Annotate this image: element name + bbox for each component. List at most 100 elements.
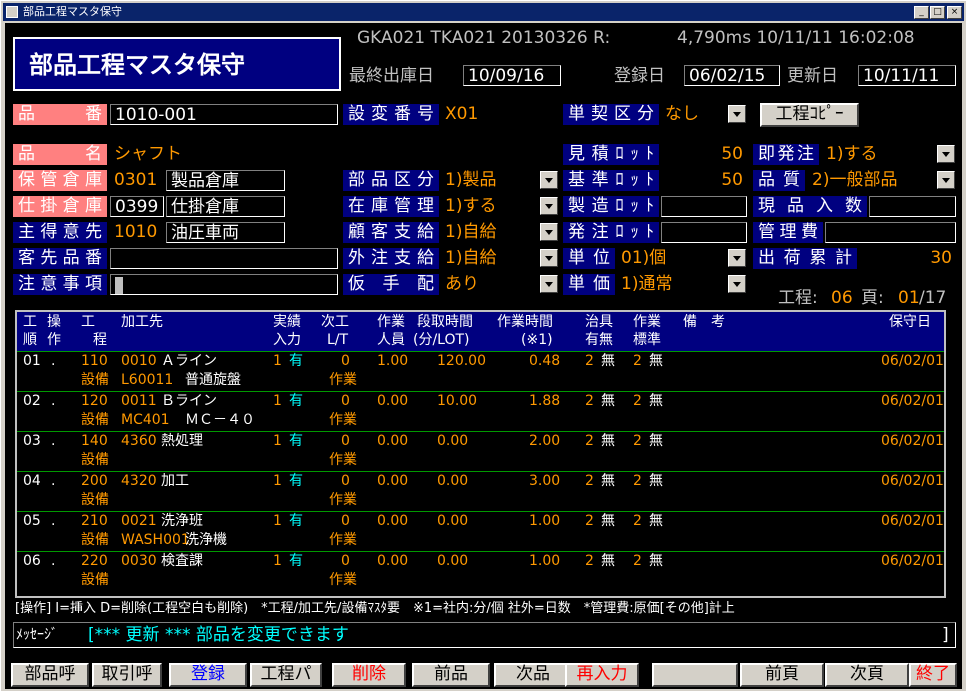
row-equip-label[interactable]: 設備 xyxy=(81,571,109,590)
row-op[interactable]: . xyxy=(51,352,55,371)
row-lt[interactable]: 0 xyxy=(341,472,350,491)
row-no[interactable]: 01 xyxy=(23,352,41,371)
row-op[interactable]: . xyxy=(51,432,55,451)
row-jig[interactable]: 2 xyxy=(585,352,594,371)
row-jig[interactable]: 2 xyxy=(585,472,594,491)
row-work[interactable]: 1.00 xyxy=(529,512,560,531)
row-proc[interactable]: 220 xyxy=(81,552,108,571)
buhin-select[interactable]: 1)製品 xyxy=(441,170,559,191)
row-proc[interactable]: 140 xyxy=(81,432,108,451)
row-equip-label[interactable]: 設備 xyxy=(81,451,109,470)
row-work[interactable]: 1.00 xyxy=(529,552,560,571)
row-actual[interactable]: 1 xyxy=(273,472,282,491)
row-equip-label[interactable]: 設備 xyxy=(81,531,109,550)
row-vendor-code[interactable]: 0021 xyxy=(121,512,157,531)
row-actual-label[interactable]: 有 xyxy=(289,552,303,571)
row-jig[interactable]: 2 xyxy=(585,512,594,531)
row-vendor-code[interactable]: 0030 xyxy=(121,552,157,571)
row-std-label[interactable]: 無 xyxy=(649,472,663,491)
hatchu-input[interactable] xyxy=(661,222,747,243)
row-jig-label[interactable]: 無 xyxy=(601,392,615,411)
row-jig-label[interactable]: 無 xyxy=(601,552,615,571)
row-std[interactable]: 2 xyxy=(633,432,642,451)
row-date[interactable]: 06/02/01 xyxy=(881,472,944,491)
row-work-label[interactable]: 作業 xyxy=(329,411,357,430)
copy-process-button[interactable]: 工程ｺﾋﾟｰ xyxy=(760,103,859,127)
row-no[interactable]: 03 xyxy=(23,432,41,451)
row-date[interactable]: 06/02/01 xyxy=(881,432,944,451)
row-std-label[interactable]: 無 xyxy=(649,432,663,451)
next-page-key[interactable]: 次頁 xyxy=(825,663,909,687)
close-button[interactable]: × xyxy=(947,6,962,19)
row-std-label[interactable]: 無 xyxy=(649,392,663,411)
row-jig-label[interactable]: 無 xyxy=(601,472,615,491)
row-setup[interactable]: 0.00 xyxy=(437,432,468,451)
row-std[interactable]: 2 xyxy=(633,472,642,491)
table-row[interactable]: 04. 200 4320 加工 1 有 0 0.00 0.00 3.00 2 無 2 無 06/02/01 設… xyxy=(17,471,944,511)
row-work-label[interactable]: 作業 xyxy=(329,531,357,550)
row-std[interactable]: 2 xyxy=(633,552,642,571)
register-key[interactable]: 登録 xyxy=(169,663,247,687)
kyakusaki-input[interactable] xyxy=(110,248,338,269)
hinban-input[interactable]: 1010-001 xyxy=(110,104,338,125)
row-work-label[interactable]: 作業 xyxy=(329,451,357,470)
chevron-down-icon[interactable] xyxy=(728,105,746,123)
row-jig[interactable]: 2 xyxy=(585,392,594,411)
kijun-input[interactable]: 50 xyxy=(661,170,747,191)
table-row[interactable]: 01. 110 0010 Ａライン 1 有 0 1.00 120.00 0.48 2 無 2 無 06/02… xyxy=(17,351,944,391)
row-vendor-name[interactable]: Ａライン xyxy=(161,352,217,371)
blank-key[interactable] xyxy=(652,663,738,687)
row-op[interactable]: . xyxy=(51,512,55,531)
row-work[interactable]: 3.00 xyxy=(529,472,560,491)
row-proc[interactable]: 200 xyxy=(81,472,108,491)
row-equip-name[interactable]: ＭＣ－４０ xyxy=(185,411,255,430)
row-work-label[interactable]: 作業 xyxy=(329,571,357,590)
prev-page-key[interactable]: 前頁 xyxy=(740,663,824,687)
kokyaku-select[interactable]: 1)自給 xyxy=(441,222,559,243)
row-equip-code[interactable]: MC401 xyxy=(121,411,170,430)
row-equip-name[interactable]: 洗浄機 xyxy=(185,531,227,550)
row-vendor-name[interactable]: 加工 xyxy=(161,472,189,491)
prev-item-key[interactable]: 前品 xyxy=(412,663,490,687)
minimize-button[interactable]: _ xyxy=(914,6,929,19)
row-vendor-code[interactable]: 0010 xyxy=(121,352,157,371)
row-lt[interactable]: 0 xyxy=(341,512,350,531)
row-lt[interactable]: 0 xyxy=(341,432,350,451)
exit-key[interactable]: 終了 xyxy=(909,663,957,687)
tanka-select[interactable]: 1)通常 xyxy=(617,274,747,295)
row-op[interactable]: . xyxy=(51,472,55,491)
row-equip-label[interactable]: 設備 xyxy=(81,371,109,390)
table-row[interactable]: 02. 120 0011 Ｂライン 1 有 0 0.00 10.00 1.88 2 無 2 無 06/02/… xyxy=(17,391,944,431)
row-setup[interactable]: 120.00 xyxy=(437,352,486,371)
mitsumori-input[interactable]: 50 xyxy=(661,144,747,165)
hinmei-input[interactable]: シャフト xyxy=(110,144,558,165)
process-pattern-key[interactable]: 工程パ xyxy=(250,663,322,687)
row-work[interactable]: 1.88 xyxy=(529,392,560,411)
row-actual[interactable]: 1 xyxy=(273,512,282,531)
row-vendor-code[interactable]: 0011 xyxy=(121,392,157,411)
row-no[interactable]: 05 xyxy=(23,512,41,531)
row-no[interactable]: 02 xyxy=(23,392,41,411)
row-equip-label[interactable]: 設備 xyxy=(81,491,109,510)
row-std[interactable]: 2 xyxy=(633,512,642,531)
table-row[interactable]: 06. 220 0030 検査課 1 有 0 0.00 0.00 1.00 2 無 2 無 06/02/01… xyxy=(17,551,944,591)
row-jig[interactable]: 2 xyxy=(585,552,594,571)
row-staff[interactable]: 0.00 xyxy=(377,392,408,411)
reenter-key[interactable]: 再入力 xyxy=(565,663,639,687)
row-std[interactable]: 2 xyxy=(633,352,642,371)
row-vendor-name[interactable]: 熱処理 xyxy=(161,432,203,451)
gaichu-select[interactable]: 1)自給 xyxy=(441,248,559,269)
sethen-input[interactable]: X01 xyxy=(441,104,559,125)
row-setup[interactable]: 10.00 xyxy=(437,392,477,411)
row-vendor-name[interactable]: 検査課 xyxy=(161,552,203,571)
row-equip-name[interactable]: 普通旋盤 xyxy=(185,371,241,390)
row-equip-code[interactable]: L60011 xyxy=(121,371,173,390)
chui-input[interactable] xyxy=(110,274,338,295)
row-date[interactable]: 06/02/01 xyxy=(881,552,944,571)
row-staff[interactable]: 0.00 xyxy=(377,512,408,531)
chevron-down-icon[interactable] xyxy=(937,145,955,163)
chevron-down-icon[interactable] xyxy=(540,275,558,293)
row-staff[interactable]: 0.00 xyxy=(377,432,408,451)
tokui-code-input[interactable]: 1010 xyxy=(110,222,164,243)
row-actual-label[interactable]: 有 xyxy=(289,352,303,371)
